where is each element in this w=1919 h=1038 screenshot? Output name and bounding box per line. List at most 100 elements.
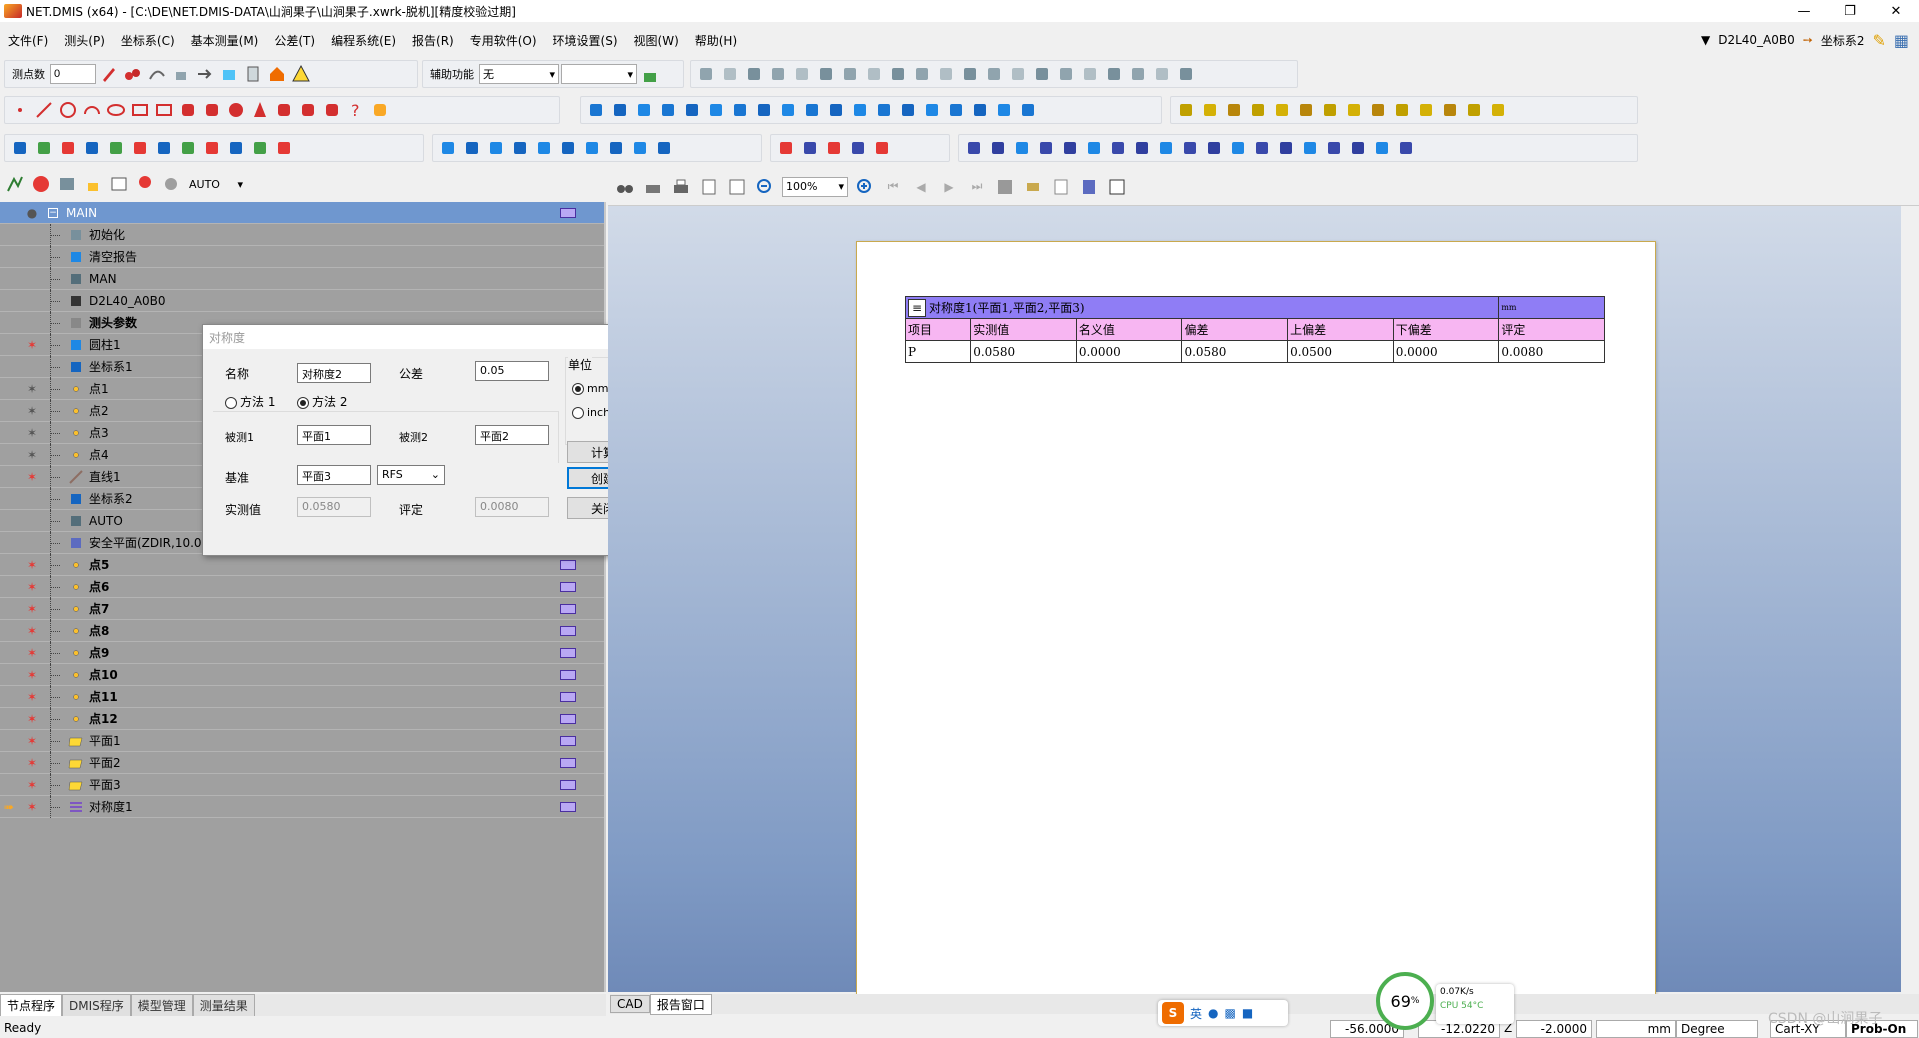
panel-icon[interactable]: ▦ [1894,31,1909,50]
point-icon[interactable] [9,99,31,121]
arc-icon[interactable] [81,99,103,121]
report-icon[interactable] [560,713,576,724]
pencil-icon[interactable]: ✎ [1872,31,1885,50]
line-icon[interactable] [33,99,55,121]
eval-cone-icon[interactable] [557,137,579,159]
menu-item[interactable]: 公差(T) [266,32,323,49]
collapse-icon[interactable]: − [48,207,58,218]
tol-profile-line-icon[interactable] [1083,137,1105,159]
bulb-icon[interactable]: ✶ [26,404,38,418]
g-slot-icon[interactable] [1319,99,1341,121]
tol-profile-surface-icon[interactable] [1107,137,1129,159]
left-tab[interactable]: 模型管理 [130,994,193,1016]
goto-icon[interactable] [194,63,216,85]
last-page-icon[interactable]: ⏭ [966,176,988,198]
align-icon[interactable] [33,137,55,159]
window-icon[interactable] [108,173,130,195]
settings-icon[interactable] [1031,63,1053,85]
center-icon[interactable] [225,137,247,159]
skin-icon[interactable]: ■ [1242,1006,1253,1020]
c-circle-icon[interactable] [633,99,655,121]
fit-icon[interactable] [767,63,789,85]
tolerance-field[interactable]: 0.05 [475,361,549,381]
tree-node[interactable]: ✶ 平面1 [0,730,604,752]
bulb-icon[interactable]: ✶ [26,800,38,814]
g-point-icon[interactable] [1175,99,1197,121]
paint-icon[interactable] [1022,176,1044,198]
aux-select[interactable]: 无 ▾ [479,64,559,84]
c-torus-icon[interactable] [849,99,871,121]
menu-item[interactable]: 编程系统(E) [323,32,404,49]
tol-circular-icon[interactable] [1035,137,1057,159]
c-inter-icon[interactable] [945,99,967,121]
g-cylinder-icon[interactable] [1343,99,1365,121]
curve-icon[interactable] [297,99,319,121]
meas2-field[interactable]: 平面2 [475,425,549,445]
eval-cylinder-icon[interactable] [533,137,555,159]
edge-icon[interactable] [321,99,343,121]
rotate-coord-icon[interactable] [57,137,79,159]
c-ellipse-icon[interactable] [681,99,703,121]
path-icon[interactable] [146,63,168,85]
tol-straight-icon[interactable] [987,137,1009,159]
menu-item[interactable]: 基本测量(M) [183,32,267,49]
zoom-window-icon[interactable] [743,63,765,85]
report-scrollbar[interactable] [1901,206,1919,992]
eval-line-icon[interactable] [461,137,483,159]
menu-probe-name[interactable]: D2L40_A0B0 [1718,33,1795,47]
stop-icon[interactable] [30,173,52,195]
bottom-tab[interactable]: CAD [610,995,650,1013]
datum-field[interactable]: 平面3 [297,465,371,485]
c-sphere-icon[interactable] [801,99,823,121]
axis-icon[interactable] [695,63,717,85]
report-icon[interactable] [560,779,576,790]
warning-icon[interactable] [290,63,312,85]
report-table-icon[interactable] [823,137,845,159]
tol-concentric-icon[interactable] [1227,137,1249,159]
view-icon[interactable] [1151,63,1173,85]
menu-coord-name[interactable]: 坐标系2 [1821,32,1865,49]
unit-mm-radio[interactable]: mm [572,382,608,395]
unit-inch-radio[interactable]: inch [572,406,610,419]
c-cone-icon[interactable] [825,99,847,121]
report-chart-icon[interactable] [871,137,893,159]
c-rect-icon[interactable] [729,99,751,121]
report-icon[interactable] [560,735,576,746]
lock-tool-icon[interactable] [82,173,104,195]
binoculars-icon[interactable] [614,176,636,198]
tree-root[interactable]: ● − MAIN [0,202,604,224]
method1-radio[interactable]: 方法 1 [225,393,275,410]
g-group-icon[interactable] [1463,99,1485,121]
init-icon[interactable] [9,137,31,159]
bulb-icon[interactable]: ✶ [26,668,38,682]
ime-lang[interactable]: 英 [1190,1005,1202,1022]
sphere-icon[interactable] [225,99,247,121]
c-proj-icon[interactable] [921,99,943,121]
tol-angle-icon[interactable] [1347,137,1369,159]
cylinder-icon[interactable] [201,99,223,121]
zoom-icon[interactable] [815,63,837,85]
tree-node[interactable]: ✶ 平面3 [0,774,604,796]
status-angle[interactable]: Degree [1676,1020,1758,1038]
tree-node[interactable]: ✶ 点8 [0,620,604,642]
bulb-icon[interactable]: ✶ [26,558,38,572]
section-icon[interactable] [887,63,909,85]
tree-node[interactable]: ✶ 点9 [0,642,604,664]
menu-item[interactable]: 专用软件(O) [462,32,545,49]
c-point-icon[interactable] [585,99,607,121]
g-torus-icon[interactable] [1415,99,1437,121]
recall-coord-icon[interactable] [177,137,199,159]
tol-cylindrical-icon[interactable] [1059,137,1081,159]
c-cylinder-icon[interactable] [777,99,799,121]
menu-item[interactable]: 视图(W) [626,32,687,49]
printer-icon[interactable] [670,176,692,198]
eval-sphere-icon[interactable] [581,137,603,159]
camera-icon[interactable] [1007,63,1029,85]
c-box-icon[interactable] [873,99,895,121]
menu-item[interactable]: 帮助(H) [687,32,745,49]
active-coord-icon[interactable] [273,137,295,159]
c-grid-icon[interactable] [1017,99,1039,121]
tol-distance-icon[interactable] [1323,137,1345,159]
bulb-icon[interactable]: ✶ [26,338,38,352]
left-tab[interactable]: 测量结果 [192,994,255,1016]
